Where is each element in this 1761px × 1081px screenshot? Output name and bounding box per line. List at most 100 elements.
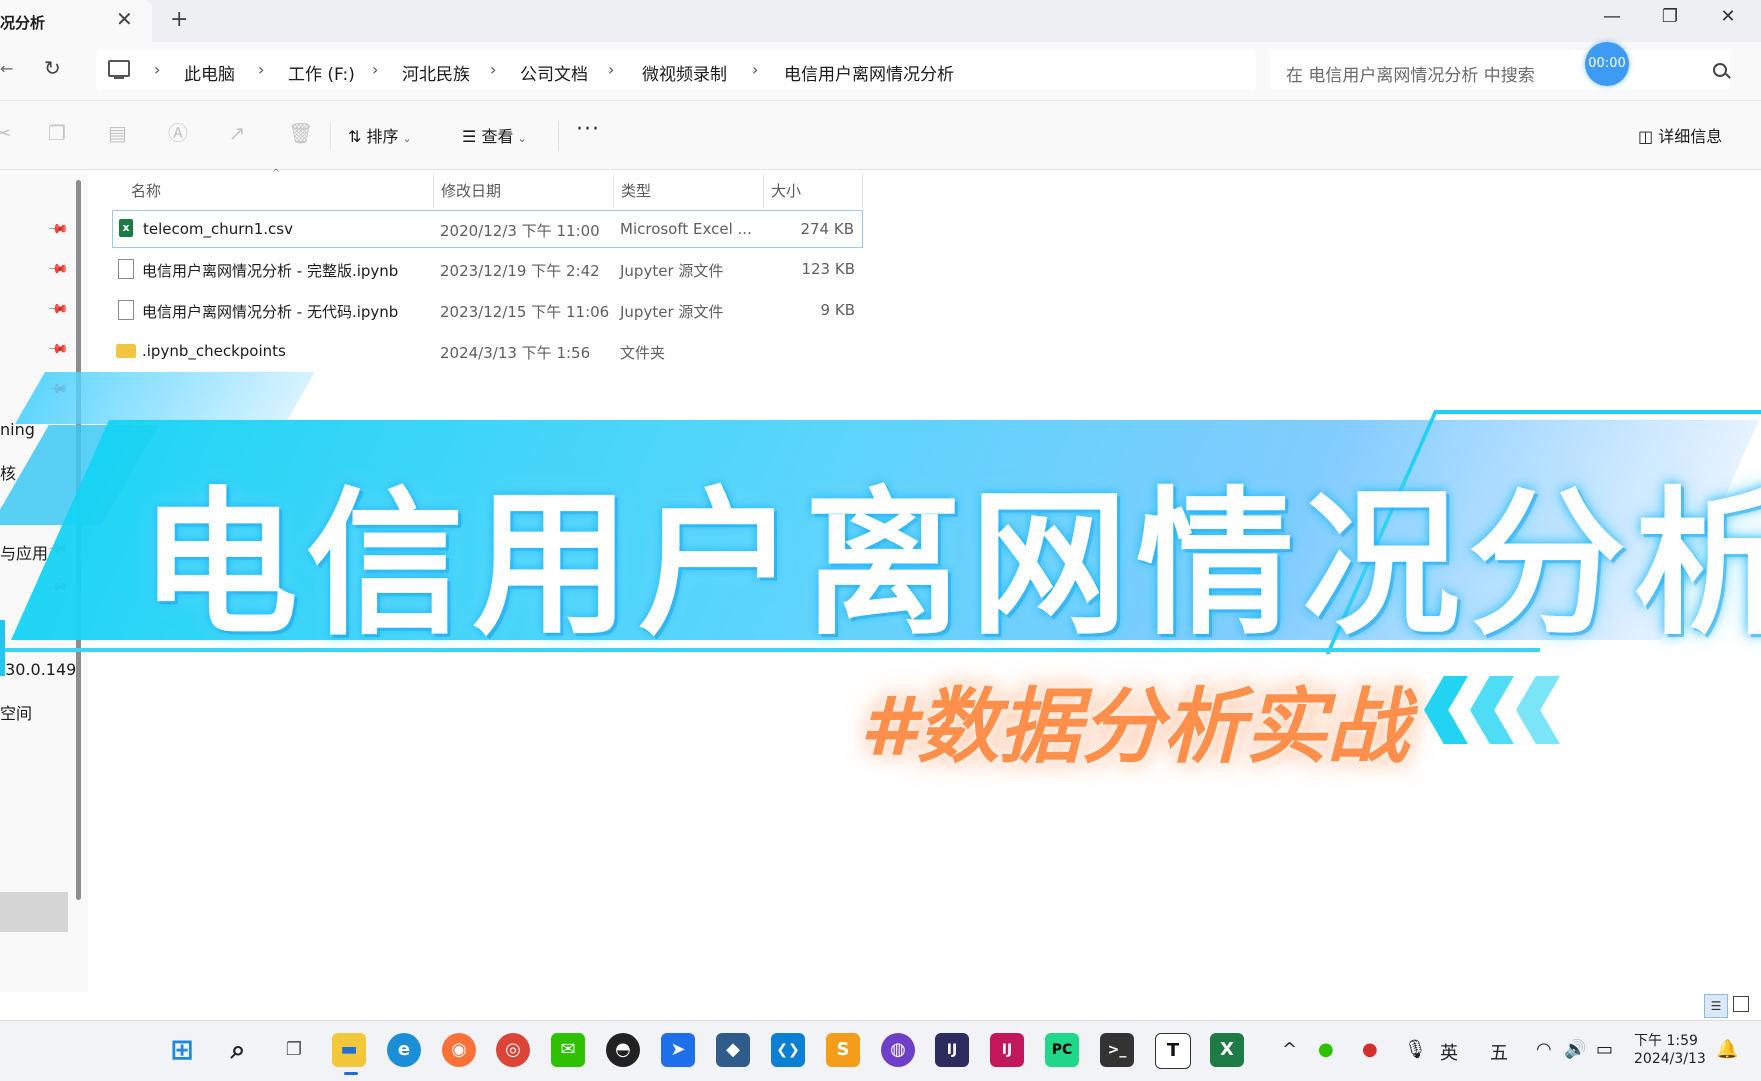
column-header-type[interactable]: 类型 <box>621 180 651 201</box>
breadcrumb[interactable]: › 此电脑 › 工作 (F:) › 河北民族 › 公司文档 › 微视频录制 › … <box>96 50 1256 90</box>
breadcrumb-item-hebei[interactable]: 河北民族 <box>402 60 470 85</box>
qq-icon[interactable]: ◓ <box>606 1033 640 1067</box>
column-header-name[interactable]: 名称 <box>131 180 161 201</box>
nav-item-label[interactable]: 空间 <box>0 700 32 724</box>
delete-icon[interactable]: 🗑 <box>288 123 313 143</box>
breadcrumb-item-current[interactable]: 电信用户离网情况分析 <box>784 60 954 85</box>
ime-language-indicator[interactable]: 英 <box>1440 1039 1458 1065</box>
search-box[interactable]: 在 电信用户离网情况分析 中搜索 <box>1270 50 1730 90</box>
pin-icon[interactable]: 📌 <box>47 218 69 240</box>
banner-decoration <box>14 372 316 424</box>
excel-file-icon: x <box>119 219 133 237</box>
firefox-icon[interactable]: ◉ <box>442 1033 476 1067</box>
breadcrumb-item-company-docs[interactable]: 公司文档 <box>520 60 588 85</box>
breadcrumb-separator[interactable]: › <box>608 60 614 79</box>
rename-icon[interactable]: Ⓐ <box>168 123 188 143</box>
breadcrumb-separator[interactable]: › <box>154 60 160 79</box>
breadcrumb-item-micro-video[interactable]: 微视频录制 <box>642 60 727 85</box>
close-window-button[interactable]: ✕ <box>1713 6 1743 27</box>
terminal-icon[interactable]: >_ <box>1100 1033 1134 1067</box>
edge-icon[interactable]: e <box>387 1033 421 1067</box>
vscode-icon[interactable]: ❮❯ <box>771 1033 805 1067</box>
column-divider[interactable] <box>613 174 614 208</box>
nav-item-label[interactable]: .30.0.149 <box>0 660 76 679</box>
breadcrumb-item-drive[interactable]: 工作 (F:) <box>288 60 355 85</box>
intellij-idea-icon[interactable]: IJ <box>935 1033 969 1067</box>
battery-icon[interactable]: ▭ <box>1596 1039 1613 1060</box>
search-input[interactable]: 在 电信用户离网情况分析 中搜索 <box>1286 61 1535 86</box>
recording-timer[interactable]: 00:00 <box>1585 42 1629 86</box>
more-options-button[interactable]: ··· <box>576 117 600 142</box>
share-icon[interactable]: ↗ <box>228 123 246 143</box>
feishu-icon[interactable]: ➤ <box>661 1033 695 1067</box>
breadcrumb-separator[interactable]: › <box>372 60 378 79</box>
divider <box>558 121 559 151</box>
nav-item-label[interactable]: 核 <box>0 460 16 484</box>
clock-time[interactable]: 下午 1:59 <box>1634 1030 1698 1050</box>
copy-icon[interactable]: ❐ <box>48 123 66 143</box>
breadcrumb-item-this-pc[interactable]: 此电脑 <box>184 60 235 85</box>
wechat-icon[interactable]: ✉ <box>551 1033 585 1067</box>
details-view-button[interactable]: ☰ <box>1704 994 1728 1018</box>
new-tab-button[interactable]: + <box>170 7 188 32</box>
this-pc-icon[interactable] <box>108 60 130 79</box>
notification-icon[interactable]: 🔔 <box>1716 1039 1738 1060</box>
sublime-icon[interactable]: S <box>826 1033 860 1067</box>
tray-wechat-icon[interactable]: ● <box>1318 1039 1334 1060</box>
details-pane-icon: ◫ <box>1638 127 1659 146</box>
start-icon[interactable]: ⊞ <box>165 1033 199 1067</box>
chrome-icon[interactable]: ◎ <box>496 1033 530 1067</box>
volume-icon[interactable]: 🔊 <box>1564 1039 1586 1060</box>
microphone-icon[interactable]: 🎙 <box>1404 1039 1427 1060</box>
task-view-icon[interactable]: ❐ <box>277 1033 311 1067</box>
restore-button[interactable]: ❐ <box>1655 6 1685 27</box>
nav-item-selected[interactable] <box>0 892 68 932</box>
typora-icon[interactable]: T <box>1155 1033 1191 1069</box>
breadcrumb-separator[interactable]: › <box>752 60 758 79</box>
tiles-view-button[interactable] <box>1733 996 1749 1012</box>
file-modified: 2020/12/3 下午 11:00 <box>440 222 600 240</box>
breadcrumb-separator[interactable]: › <box>490 60 496 79</box>
search-icon[interactable]: ⌕ <box>221 1033 255 1067</box>
column-header-size[interactable]: 大小 <box>771 180 801 201</box>
pin-icon[interactable]: 📌 <box>47 298 69 320</box>
table-row[interactable]: .ipynb_checkpoints 2024/3/13 下午 1:56 文件夹 <box>112 333 863 369</box>
refresh-icon[interactable]: ↻ <box>44 56 61 80</box>
table-row[interactable]: 电信用户离网情况分析 - 无代码.ipynb 2023/12/15 下午 11:… <box>112 292 863 328</box>
nav-item-label[interactable]: 与应用 <box>0 540 48 564</box>
view-button[interactable]: ☰ 查看 ⌄ <box>462 123 527 147</box>
column-divider[interactable] <box>433 174 434 208</box>
minimize-button[interactable]: — <box>1597 6 1627 27</box>
tab-close-icon[interactable]: ✕ <box>116 7 133 31</box>
tab-active[interactable]: 况分析 ✕ <box>0 0 152 42</box>
column-divider[interactable] <box>763 174 764 208</box>
file-name: 电信用户离网情况分析 - 无代码.ipynb <box>142 303 399 321</box>
clock-date[interactable]: 2024/3/13 <box>1634 1051 1706 1067</box>
details-pane-button[interactable]: ◫ 详细信息 <box>1638 123 1722 147</box>
file-size: 9 KB <box>820 301 855 319</box>
table-row[interactable]: x telecom_churn1.csv 2020/12/3 下午 11:00 … <box>112 210 863 248</box>
pin-icon[interactable]: 📌 <box>47 338 69 360</box>
wifi-icon[interactable]: ◠ <box>1536 1039 1552 1060</box>
ime-mode-indicator[interactable]: 五 <box>1490 1039 1508 1065</box>
table-row[interactable]: 电信用户离网情况分析 - 完整版.ipynb 2023/12/19 下午 2:4… <box>112 251 863 287</box>
pycharm-icon[interactable]: PC <box>1045 1033 1079 1067</box>
back-icon[interactable]: ← <box>0 59 13 78</box>
mysql-workbench-icon[interactable]: ◆ <box>716 1033 750 1067</box>
overlay-hashtag: #数据分析实战 <box>860 680 1410 775</box>
tray-overflow-icon[interactable]: ^ <box>1282 1039 1297 1060</box>
tray-qq-icon[interactable]: ● <box>1362 1039 1378 1060</box>
pin-icon[interactable]: 📌 <box>47 258 69 280</box>
breadcrumb-separator[interactable]: › <box>258 60 264 79</box>
column-header-modified[interactable]: 修改日期 <box>441 180 501 201</box>
file-type: 文件夹 <box>620 344 666 362</box>
paste-icon[interactable]: ▤ <box>108 123 127 143</box>
sort-button[interactable]: ⇅ 排序 ⌄ <box>348 123 412 147</box>
search-icon[interactable] <box>1713 63 1727 77</box>
file-explorer-icon[interactable]: ▬ <box>332 1033 366 1067</box>
cut-icon[interactable]: ✂ <box>0 123 12 143</box>
excel-icon[interactable]: X <box>1210 1033 1244 1067</box>
column-divider[interactable] <box>862 174 863 208</box>
github-desktop-icon[interactable]: ◍ <box>881 1033 915 1067</box>
intellij-ultimate-icon[interactable]: IJ <box>990 1033 1024 1067</box>
